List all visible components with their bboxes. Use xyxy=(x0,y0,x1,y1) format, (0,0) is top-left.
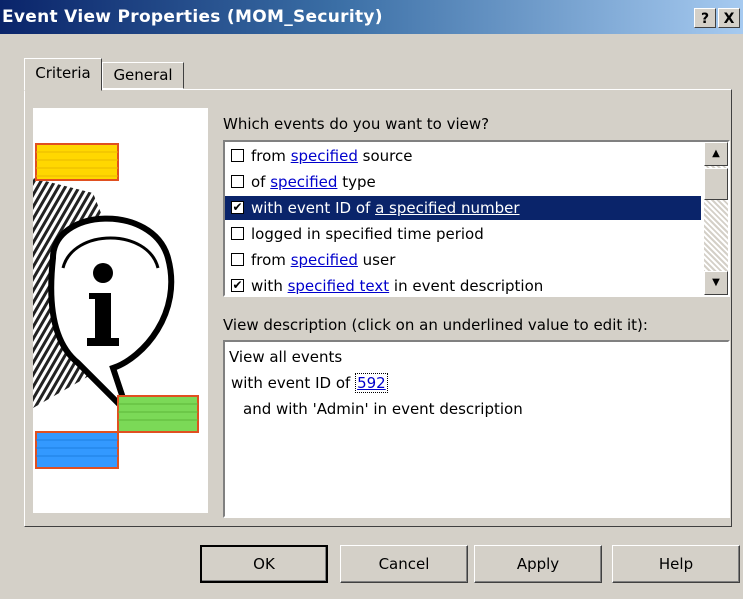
window-title: Event View Properties (MOM_Security) xyxy=(2,7,383,27)
tab-general-label: General xyxy=(113,66,173,84)
title-bar[interactable]: Event View Properties (MOM_Security) ? X xyxy=(0,0,743,34)
ok-button[interactable]: OK xyxy=(200,545,328,583)
close-button[interactable]: X xyxy=(718,8,740,28)
help-button[interactable]: Help xyxy=(612,545,740,583)
tab-panel xyxy=(24,89,732,527)
help-title-button[interactable]: ? xyxy=(694,8,716,28)
cancel-button[interactable]: Cancel xyxy=(340,545,468,583)
tab-general[interactable]: General xyxy=(102,62,184,89)
tab-criteria-label: Criteria xyxy=(35,64,91,82)
tab-criteria[interactable]: Criteria xyxy=(24,58,102,91)
close-icon: X xyxy=(723,11,735,27)
question-icon: ? xyxy=(700,11,710,27)
apply-button[interactable]: Apply xyxy=(474,545,602,583)
